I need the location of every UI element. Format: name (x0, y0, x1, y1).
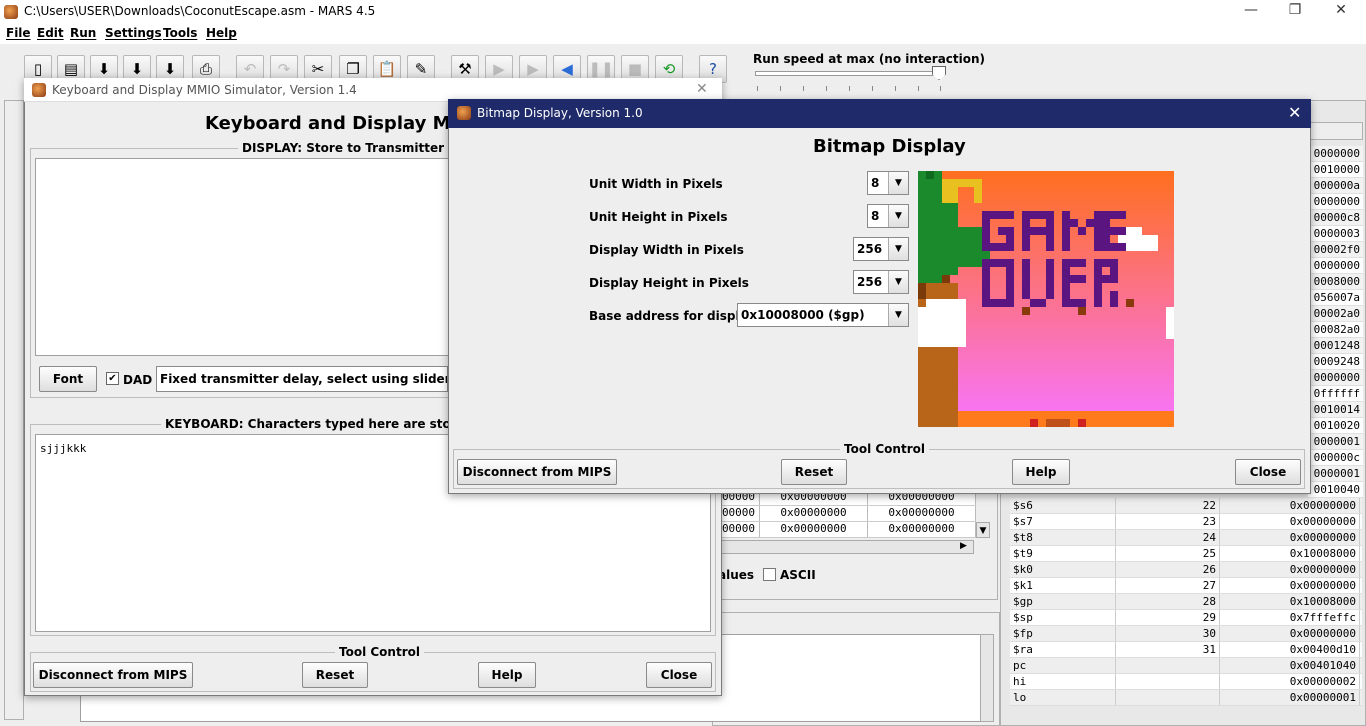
bitmap-title-bar: Bitmap Display, Version 1.0 ✕ (448, 99, 1311, 128)
kbd-mmio-close-icon[interactable]: ✕ (696, 81, 708, 97)
slider-tick (826, 86, 827, 91)
kbd-disconnect-button[interactable]: Disconnect from MIPS (33, 662, 193, 688)
table-row[interactable]: $t9 25 0x10008000 (1010, 546, 1362, 562)
main-window-title: C:\Users\USER\Downloads\CoconutEscape.as… (24, 4, 376, 18)
ascii-checkbox[interactable] (763, 568, 776, 581)
base-address-select[interactable]: 0x10008000 ($gp) ▼ (737, 303, 909, 327)
table-row[interactable]: $gp 28 0x10008000 (1010, 594, 1362, 610)
slider-tick (895, 86, 896, 91)
slider-tick (940, 86, 941, 91)
display-text-area[interactable] (35, 158, 455, 356)
table-row[interactable]: lo 0x00000001 (1010, 690, 1362, 706)
unit-width-select[interactable]: 8 ▼ (867, 171, 909, 195)
chevron-down-icon: ▼ (888, 271, 908, 293)
unit-height-select[interactable]: 8 ▼ (867, 204, 909, 228)
registers-partial-values: 0000000 0010000 000000a 0000000 00000c8 … (1308, 146, 1363, 498)
maximize-button[interactable]: ❐ (1275, 2, 1315, 18)
base-address-label: Base address for display (589, 309, 756, 323)
palm-leaves (918, 171, 942, 283)
registers-table: $s6 22 0x00000000 $s7 23 0x00000000 $t8 24 0x0… (1010, 498, 1362, 706)
delay-text: Fixed transmitter delay, select using sl… (160, 372, 447, 386)
display-width-label: Display Width in Pixels (589, 243, 744, 257)
menu-bar (0, 24, 1366, 44)
ascii-label: ASCII (780, 568, 816, 582)
game-over-bitmap (918, 171, 1174, 427)
menu-file[interactable]: File (6, 26, 31, 40)
bitmap-reset-button[interactable]: Reset (781, 459, 847, 485)
mars-app-icon (457, 106, 471, 120)
dad-label: DAD (123, 373, 153, 387)
messages-scrollbar[interactable] (980, 634, 994, 722)
bitmap-help-button[interactable]: Help (1012, 459, 1070, 485)
unit-height-label: Unit Height in Pixels (589, 210, 728, 224)
bitmap-tool-control-legend: Tool Control (840, 442, 929, 456)
slider-tick (803, 86, 804, 91)
dad-checkbox[interactable]: ✔ (106, 372, 119, 385)
kbd-help-button[interactable]: Help (478, 662, 536, 688)
slider-tick (780, 86, 781, 91)
table-row[interactable]: $sp 29 0x7fffeffc (1010, 610, 1362, 626)
main-title-bar: C:\Users\USER\Downloads\CoconutEscape.as… (0, 0, 1366, 24)
kbd-close-button[interactable]: Close (646, 662, 712, 688)
slider-tick (757, 86, 758, 91)
display-height-select[interactable]: 256 ▼ (853, 270, 909, 294)
table-row[interactable]: hi 0x00000002 (1010, 674, 1362, 690)
slider-tick (918, 86, 919, 91)
table-row[interactable]: $fp 30 0x00000000 (1010, 626, 1362, 642)
unit-width-label: Unit Width in Pixels (589, 177, 723, 191)
run-speed-label: Run speed at max (no interaction) (753, 52, 986, 66)
display-height-label: Display Height in Pixels (589, 276, 749, 290)
slider-tick (872, 86, 873, 91)
scroll-right-arrow[interactable]: ▶ (960, 541, 967, 551)
data-segment-table: 00000 0x00000000 0x00000000 00000 0x0000000… (718, 490, 976, 538)
run-speed-slider-track[interactable] (755, 71, 945, 76)
scroll-down-arrow[interactable]: ▼ (976, 522, 990, 538)
chevron-down-icon: ▼ (888, 205, 908, 227)
chevron-down-icon: ▼ (888, 172, 908, 194)
chevron-down-icon: ▼ (888, 238, 908, 260)
table-row[interactable]: pc 0x00401040 (1010, 658, 1362, 674)
table-row[interactable]: $t8 24 0x00000000 (1010, 530, 1362, 546)
menu-edit[interactable]: Edit (37, 26, 64, 40)
menu-settings[interactable]: Settings (105, 26, 162, 40)
bitmap-close-button[interactable]: Close (1235, 459, 1301, 485)
bitmap-disconnect-button[interactable]: Disconnect from MIPS (457, 459, 617, 485)
mars-app-icon (4, 5, 18, 19)
font-button[interactable]: Font (39, 366, 97, 392)
kbd-reset-button[interactable]: Reset (302, 662, 368, 688)
kbd-tool-control-legend: Tool Control (335, 645, 424, 659)
table-row[interactable]: $k1 27 0x00000000 (1010, 578, 1362, 594)
left-editor-edge (4, 100, 24, 720)
table-row[interactable]: 00000 0x00000000 0x00000000 (718, 506, 976, 522)
slider-tick (849, 86, 850, 91)
table-row[interactable]: $s6 22 0x00000000 (1010, 498, 1362, 514)
kbd-mmio-title: Keyboard and Display MMIO Simulator, Ver… (52, 83, 357, 97)
bitmap-canvas (918, 171, 1174, 427)
mars-app-icon (32, 83, 46, 97)
minimize-button[interactable]: — (1231, 2, 1271, 18)
table-row[interactable]: $ra 31 0x00400d10 (1010, 642, 1362, 658)
table-row[interactable]: 00000 0x00000000 0x00000000 (718, 522, 976, 538)
display-width-select[interactable]: 256 ▼ (853, 237, 909, 261)
chevron-down-icon: ▼ (888, 304, 908, 326)
bitmap-dialog (448, 99, 1311, 494)
delay-selector[interactable]: Fixed transmitter delay, select using sl… (156, 366, 448, 392)
horizontal-scrollbar[interactable] (718, 540, 974, 554)
bitmap-title: Bitmap Display, Version 1.0 (477, 106, 643, 120)
bitmap-heading: Bitmap Display (813, 136, 966, 157)
table-row[interactable]: $k0 26 0x00000000 (1010, 562, 1362, 578)
close-window-button[interactable]: ✕ (1321, 2, 1361, 18)
bitmap-close-icon[interactable]: ✕ (1288, 103, 1301, 122)
menu-tools[interactable]: Tools (163, 26, 197, 40)
menu-run[interactable]: Run (70, 26, 96, 40)
hex-values-label: alues (718, 568, 755, 582)
table-row[interactable]: $s7 23 0x00000000 (1010, 514, 1362, 530)
menu-help[interactable]: Help (206, 26, 237, 40)
